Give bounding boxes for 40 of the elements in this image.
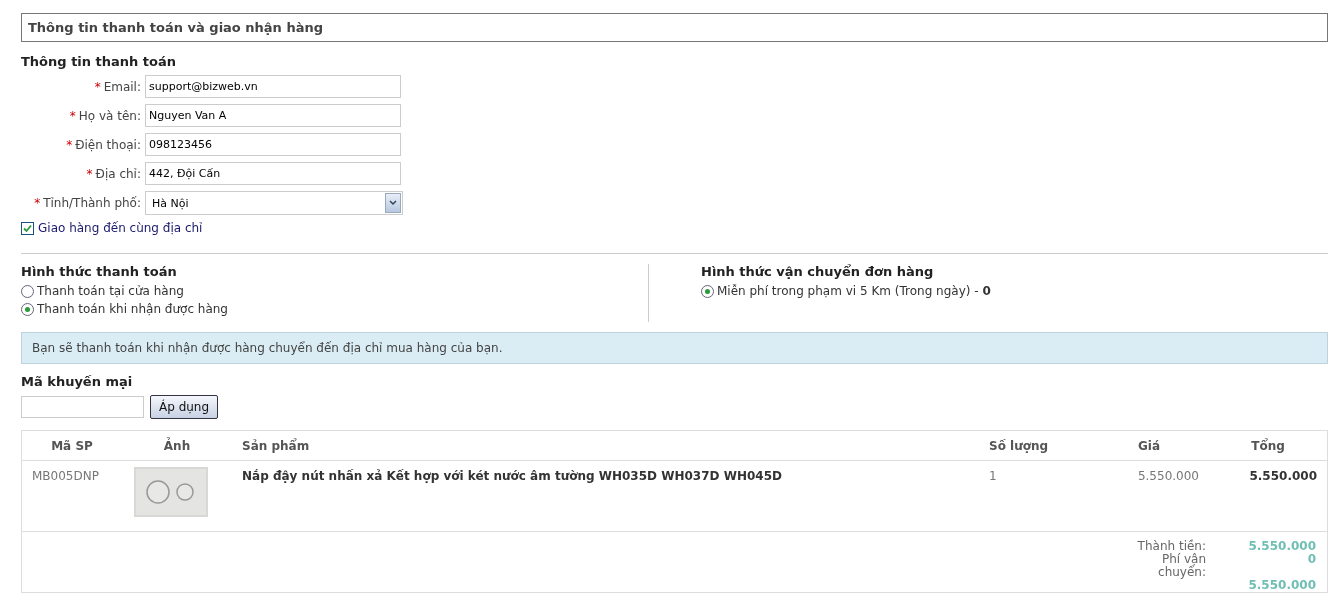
- total-cell-text: 5.550.000: [1248, 468, 1318, 483]
- summary-value: 5.550.000: [1247, 540, 1316, 553]
- input-field[interactable]: 442, Đội Cấn: [145, 162, 401, 185]
- field-label: * Email:: [93, 79, 141, 94]
- input-field[interactable]: 098123456: [145, 133, 401, 156]
- billing-heading: Thông tin thanh toán: [21, 54, 178, 69]
- field-label: * Địa chỉ:: [85, 166, 141, 181]
- summary-label: Thành tiền:: [1136, 540, 1206, 553]
- payment-option[interactable]: Thanh toán khi nhận được hàng: [21, 300, 648, 318]
- promo-heading: Mã khuyến mại: [21, 374, 134, 389]
- sku-cell-text: MB005DNP: [31, 468, 100, 483]
- field-label: * Họ và tên:: [68, 108, 141, 123]
- promo-code-field[interactable]: [21, 396, 144, 418]
- field-label: * Tỉnh/Thành phố:: [33, 196, 141, 210]
- summary-label: Phí vận chuyển:: [1157, 553, 1206, 579]
- column-header: Mã SP: [50, 438, 94, 453]
- field-label: * Điện thoại:: [65, 137, 141, 152]
- column-header: Giá: [1136, 438, 1162, 453]
- input-field[interactable]: Nguyen Van A: [145, 104, 401, 127]
- quantity-cell-text: 1: [988, 468, 998, 483]
- column-header: Ảnh: [162, 438, 192, 453]
- shipping-option[interactable]: Miễn phí trong phạm vi 5 Km (Trong ngày) - 0: [701, 282, 1328, 300]
- city-select[interactable]: Hà Nội: [145, 191, 403, 215]
- payment-option[interactable]: Thanh toán tại cửa hàng: [21, 282, 648, 300]
- same-address-checkbox[interactable]: Giao hàng đến cùng địa chỉ: [21, 221, 1328, 235]
- summary-value: 0: [1306, 553, 1316, 568]
- section-title: Thông tin thanh toán và giao nhận hàng: [21, 13, 1328, 42]
- checkbox-icon[interactable]: [21, 221, 34, 235]
- chevron-down-icon: [385, 193, 401, 213]
- notice-message: Bạn sẽ thanh toán khi nhận được hàng chuyển đến địa chỉ mua hàng của bạn.: [21, 332, 1328, 364]
- payment-heading: Hình thức thanh toán: [21, 264, 178, 279]
- input-field[interactable]: support@bizweb.vn: [145, 75, 401, 98]
- summary-value: 5.550.000: [1247, 579, 1316, 592]
- column-header: Tổng: [1250, 438, 1286, 453]
- column-header: Sản phẩm: [241, 438, 311, 453]
- price-cell-text: 5.550.000: [1136, 468, 1200, 483]
- column-header: Số lượng: [988, 438, 1050, 453]
- shipping-heading: Hình thức vận chuyển đơn hàng: [701, 264, 935, 279]
- product-name: Nắp đậy nút nhấn xả Kết hợp với két nước âm tường WH035D WH037D WH045D: [241, 468, 783, 483]
- apply-button[interactable]: Áp dụng: [150, 395, 219, 419]
